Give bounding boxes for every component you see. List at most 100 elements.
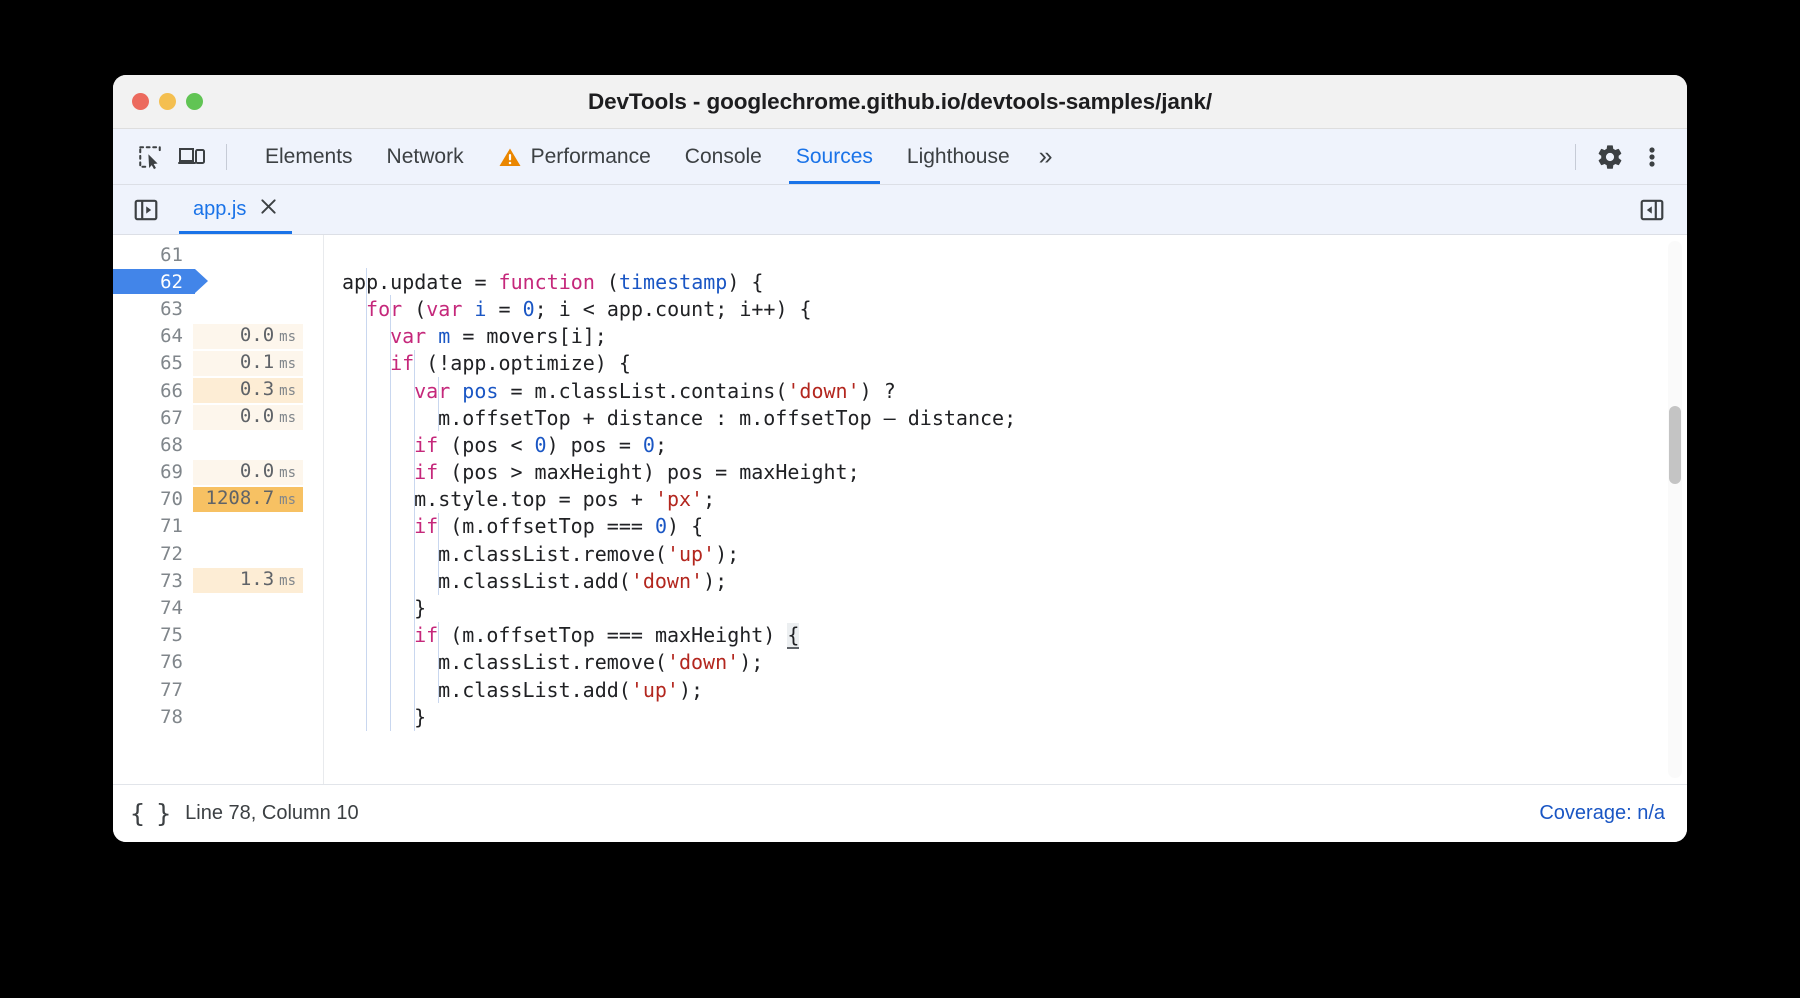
code-line[interactable]: m.classList.add('down'); <box>324 567 1687 594</box>
line-timing-badge: 0.3 ms <box>193 378 303 404</box>
code-token: ) ? <box>859 378 896 403</box>
code-token: } <box>414 596 427 621</box>
keyword-token: function <box>498 269 595 294</box>
line-timing-value: 0.3 <box>239 378 275 401</box>
code-line[interactable] <box>324 241 1687 268</box>
line-timing-unit: ms <box>279 355 296 372</box>
code-line-text: var m = movers[i]; <box>342 324 607 348</box>
tab-sources[interactable]: Sources <box>779 129 890 184</box>
gutter-line[interactable]: 78 <box>113 703 323 730</box>
code-line[interactable]: m.style.top = pos + 'px'; <box>324 486 1687 513</box>
line-timing-unit: ms <box>279 464 296 481</box>
tab-lighthouse[interactable]: Lighthouse <box>890 129 1027 184</box>
tab-network[interactable]: Network <box>370 129 481 184</box>
gutter-line[interactable]: 63 <box>113 295 323 322</box>
more-tabs-icon[interactable]: » <box>1027 144 1062 169</box>
line-number: 66 <box>160 379 183 402</box>
gutter-line[interactable]: 66 0.3 ms <box>113 377 323 404</box>
code-line[interactable]: app.update = function (timestamp) { <box>324 268 1687 295</box>
scrollbar-thumb[interactable] <box>1669 406 1681 484</box>
gutter-line[interactable]: 68 <box>113 431 323 458</box>
line-number: 67 <box>160 406 183 429</box>
close-window-button[interactable] <box>132 93 149 110</box>
gutter-line[interactable]: 70 1208.7 ms <box>113 486 323 513</box>
code-line[interactable]: var pos = m.classList.contains('down') ? <box>324 377 1687 404</box>
gutter-line[interactable]: 74 <box>113 594 323 621</box>
number-token: 0 <box>534 432 547 457</box>
show-debugger-icon[interactable] <box>1631 189 1673 231</box>
code-line[interactable]: m.offsetTop + distance : m.offsetTop – d… <box>324 404 1687 431</box>
more-options-icon[interactable] <box>1631 136 1673 178</box>
toolbar-right-group <box>1562 136 1673 178</box>
zoom-window-button[interactable] <box>186 93 203 110</box>
gutter-line[interactable]: 62 <box>113 268 323 295</box>
code-token: ); <box>703 568 728 593</box>
gutter-line[interactable]: 73 1.3 ms <box>113 567 323 594</box>
line-number: 61 <box>160 243 183 266</box>
tab-elements[interactable]: Elements <box>248 129 370 184</box>
code-token: (!app.optimize) { <box>414 351 631 376</box>
line-number: 68 <box>160 433 183 456</box>
code-line-text: var pos = m.classList.contains('down') ? <box>342 379 896 403</box>
show-navigator-icon[interactable] <box>125 189 167 231</box>
identifier-token: timestamp <box>618 269 728 294</box>
string-token: 'down' <box>630 568 704 593</box>
devtools-toolbar: Elements Network Performance Console Sou… <box>113 129 1687 185</box>
gear-icon[interactable] <box>1589 136 1631 178</box>
code-line[interactable]: if (pos < 0) pos = 0; <box>324 431 1687 458</box>
vertical-scrollbar[interactable] <box>1668 241 1682 778</box>
gutter-line[interactable]: 69 0.0 ms <box>113 459 323 486</box>
line-timing-value: 0.1 <box>239 350 275 373</box>
gutter-line[interactable]: 64 0.0 ms <box>113 323 323 350</box>
tab-console[interactable]: Console <box>668 129 779 184</box>
inspect-element-icon[interactable] <box>129 136 171 178</box>
code-line[interactable]: if (m.offsetTop === maxHeight) { <box>324 622 1687 650</box>
code-token: ) { <box>727 269 764 294</box>
gutter-line[interactable]: 77 <box>113 676 323 703</box>
number-token: 0 <box>654 514 667 539</box>
source-editor[interactable]: 61 62 63 64 0.0 ms 65 0.1 ms 66 0.3 ms 67 0.0 ms 68 69 0.… <box>113 235 1687 785</box>
coverage-link[interactable]: Coverage: n/a <box>1539 802 1665 825</box>
gutter-line[interactable]: 72 <box>113 540 323 567</box>
file-tab-app-js[interactable]: app.js <box>179 185 293 234</box>
line-number: 74 <box>160 597 183 620</box>
gutter-line[interactable]: 67 0.0 ms <box>113 404 323 431</box>
editor-gutter[interactable]: 61 62 63 64 0.0 ms 65 0.1 ms 66 0.3 ms 67 0.0 ms 68 69 0.… <box>113 235 324 784</box>
code-line[interactable]: if (pos > maxHeight) pos = maxHeight; <box>324 459 1687 486</box>
number-token: 0 <box>522 296 535 321</box>
keyword-token: for <box>366 296 403 321</box>
gutter-line[interactable]: 65 0.1 ms <box>113 350 323 377</box>
code-line[interactable]: if (!app.optimize) { <box>324 350 1687 377</box>
code-area[interactable]: app.update = function (timestamp) {for (… <box>324 235 1687 784</box>
code-token: ; i < app.count; i++) { <box>534 296 812 321</box>
pretty-print-icon[interactable]: { } <box>130 799 171 828</box>
code-line[interactable]: if (m.offsetTop === 0) { <box>324 513 1687 540</box>
close-icon[interactable] <box>259 197 278 222</box>
device-toolbar-icon[interactable] <box>171 136 213 178</box>
code-line[interactable]: var m = movers[i]; <box>324 323 1687 350</box>
code-line-text: m.offsetTop + distance : m.offsetTop – d… <box>342 406 1016 430</box>
line-timing-badge <box>193 704 303 729</box>
string-token: 'up' <box>630 677 679 702</box>
code-line[interactable]: m.classList.remove('up'); <box>324 540 1687 567</box>
toolbar-divider-right <box>1575 143 1576 170</box>
line-timing-badge <box>193 242 303 267</box>
tab-performance[interactable]: Performance <box>481 129 668 184</box>
gutter-line[interactable]: 71 <box>113 513 323 540</box>
code-line[interactable]: for (var i = 0; i < app.count; i++) { <box>324 295 1687 322</box>
gutter-line[interactable]: 61 <box>113 241 323 268</box>
line-timing-badge <box>193 296 303 321</box>
keyword-token: if <box>414 432 439 457</box>
code-line-text: m.classList.remove('down'); <box>342 650 763 674</box>
code-token: (pos < <box>438 432 535 457</box>
window-titlebar: DevTools - googlechrome.github.io/devtoo… <box>113 75 1687 129</box>
string-token: 'down' <box>666 650 740 675</box>
code-line[interactable]: m.classList.remove('down'); <box>324 649 1687 676</box>
code-line[interactable]: } <box>324 594 1687 621</box>
gutter-line[interactable]: 75 <box>113 622 323 649</box>
code-line[interactable]: } <box>324 703 1687 730</box>
code-line[interactable]: m.classList.add('up'); <box>324 676 1687 703</box>
gutter-line[interactable]: 76 <box>113 649 323 676</box>
minimize-window-button[interactable] <box>159 93 176 110</box>
